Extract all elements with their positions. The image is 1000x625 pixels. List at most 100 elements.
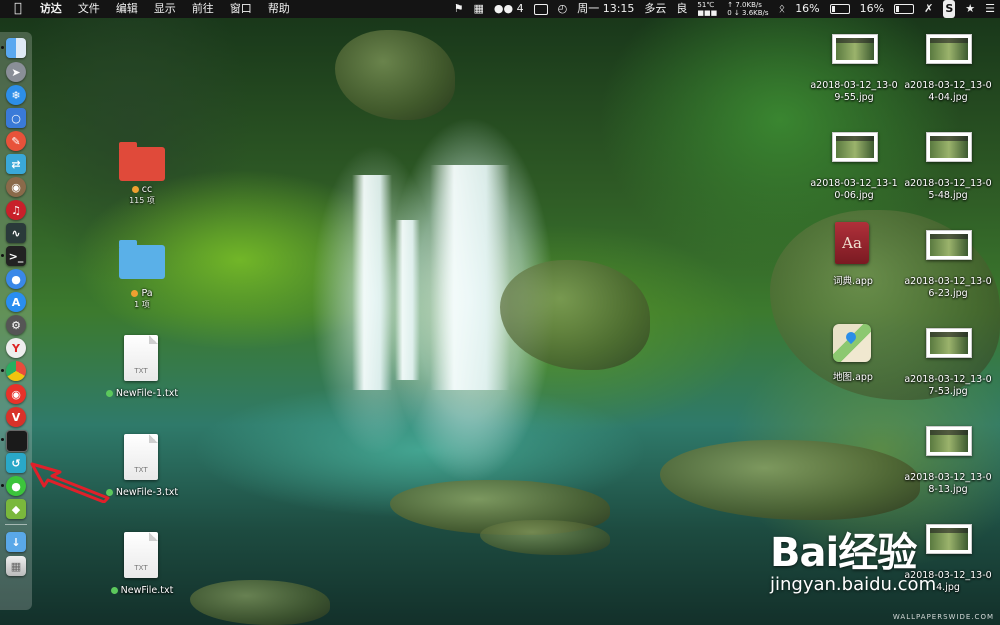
watermark-logo: Bai经验 xyxy=(770,530,917,576)
teamviewer-icon[interactable]: ↺ xyxy=(6,453,26,473)
tag-dot xyxy=(110,587,118,594)
terminal-icon[interactable]: >_ xyxy=(6,246,26,266)
preview-icon[interactable]: ○ xyxy=(6,108,26,128)
clock-icon[interactable]: ◴ xyxy=(558,0,568,18)
chrome-icon[interactable] xyxy=(6,361,26,381)
desktop-folder-cc[interactable]: cc 115 项 xyxy=(110,142,174,206)
scroll-app-icon[interactable]: S xyxy=(943,0,956,18)
display-icon[interactable] xyxy=(533,3,548,15)
file-name: a2018-03-12_13-0 xyxy=(904,472,992,483)
cpu-temp: 51℃ xyxy=(697,1,715,9)
folder-name: cc xyxy=(141,184,153,195)
map-pin-icon xyxy=(843,329,859,345)
desktop-image-file[interactable]: a2018-03-12_13-0 5-48.jpg xyxy=(900,132,996,202)
desktop-image-file[interactable]: a2018-03-12_13-0 6-23.jpg xyxy=(900,230,996,300)
file-name: a2018-03-12_13-0 xyxy=(904,276,992,287)
siri-icon[interactable]: ● xyxy=(6,269,26,289)
menu-go[interactable]: 前往 xyxy=(184,0,222,18)
android-icon[interactable]: ◆ xyxy=(6,499,26,519)
list-icon[interactable]: ☰ xyxy=(985,0,995,18)
desktop-file-newfile-1[interactable]: TXT NewFile-1.txt xyxy=(100,335,184,400)
network-monitor[interactable]: ↑ 7.0KB/s 0 ↓ 3.6KB/s xyxy=(727,1,768,17)
photo-icon[interactable]: ◉ xyxy=(6,177,26,197)
image-thumbnail xyxy=(832,132,878,162)
file-name-2: 4-04.jpg xyxy=(928,92,968,103)
weather[interactable]: 多云 xyxy=(644,0,666,18)
safari-icon[interactable]: ❄ xyxy=(6,85,26,105)
menu-file[interactable]: 文件 xyxy=(70,0,108,18)
txt-file-icon: TXT xyxy=(124,434,158,480)
file-name: a2018-03-12_13-0 xyxy=(904,80,992,91)
tag-dot xyxy=(131,186,139,193)
file-name-2: 5-48.jpg xyxy=(928,190,968,201)
vivaldi-icon[interactable]: V xyxy=(6,407,26,427)
file-name: NewFile-3.txt xyxy=(115,487,179,498)
file-name-2: 8-13.jpg xyxy=(928,484,968,495)
dock-divider xyxy=(5,524,27,525)
dock: ➤ ❄ ○ ✎ ⇄ ◉ ♫ ∿ >_ ● A ⚙ Y ◉ V ↺ ● ◆ ↓ ▦ xyxy=(0,32,32,610)
air-quality[interactable]: 良 xyxy=(676,0,687,18)
desktop-image-file[interactable]: a2018-03-12_13-0 8-13.jpg xyxy=(900,426,996,496)
status-area: ⚑ ▦ ●● 4 ◴ 周一 13:15 多云 良 51℃ ■■■ ↑ 7.0KB… xyxy=(449,0,1000,18)
flag-icon[interactable]: ⚑ xyxy=(454,0,464,18)
net-up: ↑ 7.0KB/s xyxy=(727,1,762,9)
activity-monitor-icon[interactable]: ∿ xyxy=(6,223,26,243)
app-store-icon[interactable]: A xyxy=(6,292,26,312)
desktop-image-file[interactable]: a2018-03-12_13-0 4-04.jpg xyxy=(900,34,996,104)
battery2-percent[interactable]: 16% xyxy=(860,0,884,18)
desktop-file-newfile[interactable]: TXT NewFile.txt xyxy=(100,532,184,597)
desktop-image-file[interactable]: a2018-03-12_13-0 7-53.jpg xyxy=(900,328,996,398)
menu-window[interactable]: 窗口 xyxy=(222,0,260,18)
image-thumbnail xyxy=(926,426,972,456)
launchpad-icon[interactable]: ➤ xyxy=(6,62,26,82)
system-preferences-icon[interactable]: ⚙ xyxy=(6,315,26,335)
apple-icon[interactable]:  xyxy=(0,0,32,18)
folder-name: Pa xyxy=(141,288,153,299)
file-name: a2018-03-12_13-0 xyxy=(810,80,898,91)
wechat-status[interactable]: ●● 4 xyxy=(494,0,524,18)
desktop-image-file[interactable]: a2018-03-12_13-0 9-55.jpg xyxy=(806,34,902,104)
wifi-icon[interactable]: ✗ xyxy=(924,0,933,18)
bluetooth-icon[interactable]: ᛟ xyxy=(779,0,786,18)
folder-icon xyxy=(119,240,165,279)
netease-music-icon[interactable]: ♫ xyxy=(6,200,26,220)
finder-icon[interactable] xyxy=(6,38,26,58)
menubar-extra-icon[interactable]: ▦ xyxy=(474,0,484,18)
datetime[interactable]: 周一 13:15 xyxy=(577,0,634,18)
wallpaper-credit: WALLPAPERSWIDE.COM xyxy=(892,613,994,621)
app-menu-finder[interactable]: 访达 xyxy=(32,0,70,18)
watermark-url: jingyan.baidu.com xyxy=(770,574,937,595)
txt-file-icon: TXT xyxy=(124,335,158,381)
file-name: a2018-03-12_13-0 xyxy=(904,374,992,385)
terminal-2-icon[interactable] xyxy=(6,430,28,452)
wechat-icon[interactable]: ● xyxy=(6,476,26,496)
file-name: a2018-03-12_13-1 xyxy=(810,178,898,189)
weibo-icon[interactable]: ◉ xyxy=(6,384,26,404)
app-name: 地图.app xyxy=(833,372,873,383)
desktop-file-newfile-3[interactable]: TXT NewFile-3.txt xyxy=(100,434,184,499)
file-kind: TXT xyxy=(134,367,148,375)
desktop-folder-pa[interactable]: Pa 1 项 xyxy=(110,240,174,310)
migration-icon[interactable]: ⇄ xyxy=(6,154,26,174)
battery1-percent[interactable]: 16% xyxy=(795,0,819,18)
yandex-icon[interactable]: Y xyxy=(6,338,26,358)
menu-edit[interactable]: 编辑 xyxy=(108,0,146,18)
desktop-image-file[interactable]: a2018-03-12_13-1 0-06.jpg xyxy=(806,132,902,202)
folder-count: 1 项 xyxy=(134,300,150,309)
system-monitor[interactable]: 51℃ ■■■ xyxy=(697,1,717,17)
running-indicator xyxy=(1,484,4,487)
battery-icon-2 xyxy=(894,4,915,14)
desktop-app-maps[interactable]: 地图.app xyxy=(818,322,888,384)
pages-icon[interactable]: ✎ xyxy=(6,131,26,151)
folder-icon xyxy=(119,142,165,181)
menu-help[interactable]: 帮助 xyxy=(260,0,298,18)
battery-icon-1 xyxy=(829,4,850,14)
menu-view[interactable]: 显示 xyxy=(146,0,184,18)
downloads-folder-icon[interactable]: ↓ xyxy=(6,532,26,552)
desktop-app-dictionary[interactable]: Aa 词典.app xyxy=(818,222,888,288)
image-thumbnail xyxy=(926,132,972,162)
star-icon[interactable]: ★ xyxy=(965,0,975,18)
file-kind: TXT xyxy=(134,564,148,572)
trash-icon[interactable]: ▦ xyxy=(6,556,26,576)
image-thumbnail xyxy=(926,328,972,358)
